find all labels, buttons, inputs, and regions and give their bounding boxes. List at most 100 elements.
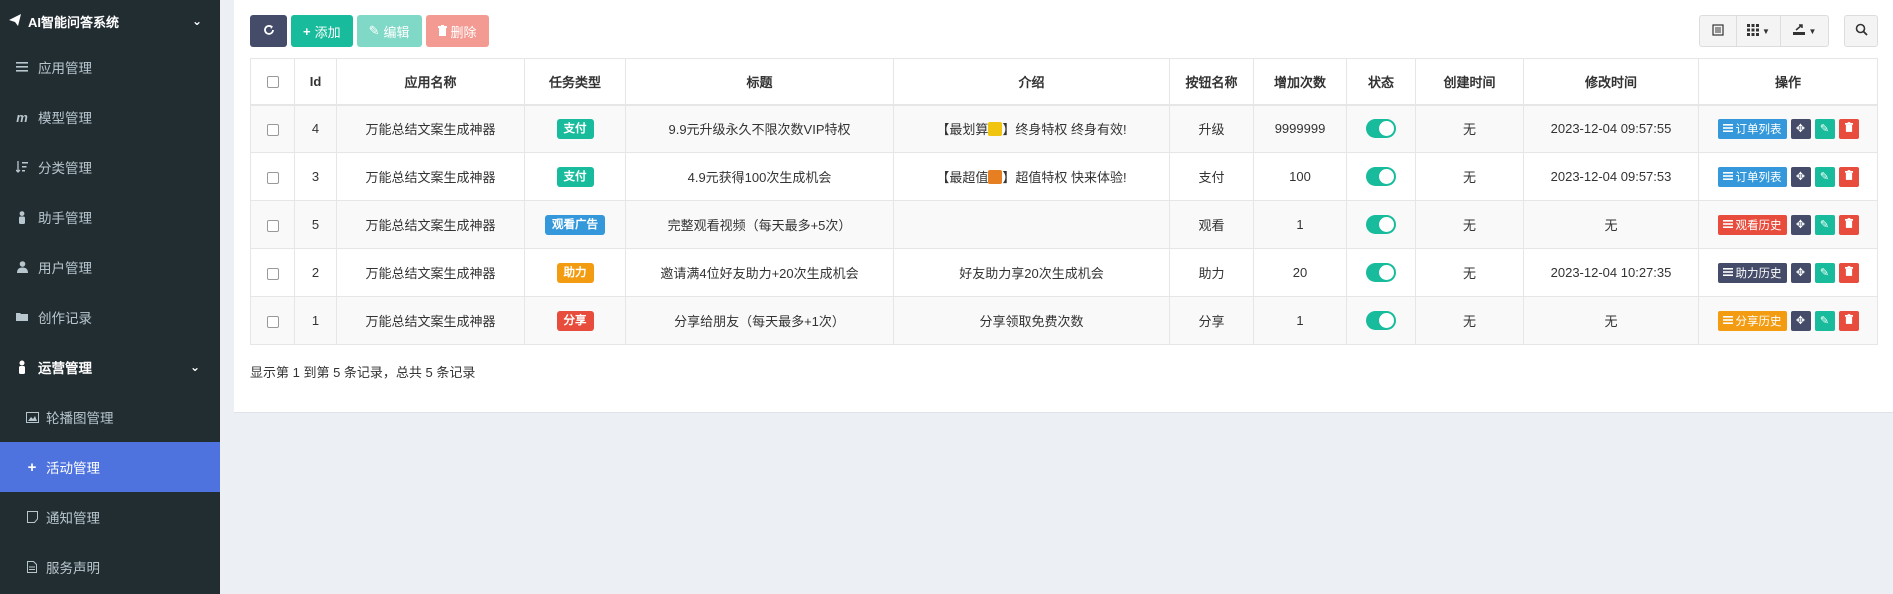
sidebar-group-operations[interactable]: 运营管理 ⌄ xyxy=(0,342,220,392)
history-button[interactable]: 订单列表 xyxy=(1717,166,1787,187)
sidebar-item[interactable]: m 模型管理 xyxy=(0,92,220,142)
table-row[interactable]: 1 万能总结文案生成神器 分享 分享给朋友（每天最多+1次） 分享领取免费次数 … xyxy=(250,296,1878,345)
task-type-badge: 助力 xyxy=(556,262,594,283)
row-edit-button[interactable]: ✎ xyxy=(1814,166,1835,187)
table-row[interactable]: 4 万能总结文案生成神器 支付 9.9元升级永久不限次数VIP特权 【最划算 】终… xyxy=(250,104,1878,153)
cell-app-name: 万能总结文案生成神器 xyxy=(336,248,525,297)
table-row[interactable]: 3 万能总结文案生成神器 支付 4.9元获得100次生成机会 【最超值 】超值特权… xyxy=(250,152,1878,201)
columns-dropdown-button[interactable]: ▼ xyxy=(1737,15,1781,47)
sidebar-item-label: 模型管理 xyxy=(38,111,92,126)
cell-actions: 订单列表 ✥ ✎ xyxy=(1698,104,1878,153)
select-all-cell xyxy=(250,58,295,106)
search-button[interactable] xyxy=(1844,15,1878,47)
row-delete-button[interactable] xyxy=(1838,262,1859,283)
sidebar-subitem[interactable]: 轮播图管理 xyxy=(0,392,220,442)
cell-status xyxy=(1346,248,1416,297)
drag-sort-button[interactable]: ✥ xyxy=(1790,214,1811,235)
sidebar-subitem[interactable]: 通知管理 xyxy=(0,492,220,542)
add-button[interactable]: + 添加 xyxy=(291,15,353,47)
sidebar-subitem[interactable]: + 活动管理 xyxy=(0,442,220,492)
row-checkbox[interactable] xyxy=(266,123,279,136)
drag-sort-button[interactable]: ✥ xyxy=(1790,262,1811,283)
intro-text-start: 【最超值 xyxy=(936,170,989,185)
history-button[interactable]: 助力历史 xyxy=(1717,262,1787,283)
status-toggle[interactable] xyxy=(1366,119,1396,139)
file-icon xyxy=(24,561,40,573)
sidebar-subitem[interactable]: 服务声明 xyxy=(0,542,220,592)
history-button[interactable]: 订单列表 xyxy=(1717,118,1787,139)
row-delete-button[interactable] xyxy=(1838,310,1859,331)
delete-button[interactable]: 删除 xyxy=(425,15,489,47)
toggle-view-button[interactable] xyxy=(1699,15,1737,47)
toggle-knob xyxy=(1379,217,1394,232)
cell-created: 无 xyxy=(1415,248,1524,297)
sidebar-item[interactable]: 助手管理 xyxy=(0,192,220,242)
refresh-button[interactable] xyxy=(250,15,287,47)
brand[interactable]: AI智能问答系统 ⌄ xyxy=(0,0,220,42)
refresh-icon xyxy=(263,24,275,39)
export-dropdown-button[interactable]: ▼ xyxy=(1781,15,1829,47)
sidebar-item[interactable]: 创作记录 xyxy=(0,292,220,342)
main-panel: + 添加 ✎ 编辑 删除 ▼ ▼ Id 应用名称 任务类型 标题 介绍 按钮名称… xyxy=(234,0,1893,413)
column-header[interactable]: 应用名称 xyxy=(336,58,525,106)
row-checkbox[interactable] xyxy=(266,267,279,280)
status-toggle[interactable] xyxy=(1366,263,1396,282)
column-header[interactable]: 介绍 xyxy=(893,58,1170,106)
row-delete-button[interactable] xyxy=(1838,118,1859,139)
cell-status xyxy=(1346,296,1416,345)
history-button[interactable]: 分享历史 xyxy=(1717,310,1787,331)
chevron-down-icon[interactable]: ⌄ xyxy=(192,14,202,28)
table-row[interactable]: 2 万能总结文案生成神器 助力 邀请满4位好友助力+20次生成机会 好友助力享2… xyxy=(250,248,1878,297)
trash-icon xyxy=(1844,218,1853,231)
move-icon: ✥ xyxy=(1795,219,1806,231)
sidebar-item[interactable]: 应用管理 xyxy=(0,42,220,92)
row-edit-button[interactable]: ✎ xyxy=(1814,310,1835,331)
chevron-down-icon[interactable]: ⌄ xyxy=(190,360,200,374)
table-header-row: Id 应用名称 任务类型 标题 介绍 按钮名称 增加次数 状态 创建时间 修改时… xyxy=(250,58,1878,106)
list-view-icon xyxy=(1712,23,1724,39)
column-header[interactable]: 创建时间 xyxy=(1415,58,1524,106)
table-row[interactable]: 5 万能总结文案生成神器 观看广告 完整观看视频（每天最多+5次） 观看 1 无… xyxy=(250,200,1878,249)
row-select-cell xyxy=(250,152,295,201)
pencil-icon: ✎ xyxy=(1819,267,1830,279)
cell-modified: 2023-12-04 09:57:53 xyxy=(1523,152,1699,201)
view-toolbar: ▼ ▼ xyxy=(1699,15,1829,47)
cell-modified: 2023-12-04 09:57:55 xyxy=(1523,104,1699,153)
row-delete-button[interactable] xyxy=(1838,214,1859,235)
status-toggle[interactable] xyxy=(1366,215,1396,234)
drag-sort-button[interactable]: ✥ xyxy=(1790,118,1811,139)
select-all-checkbox[interactable] xyxy=(266,76,279,89)
drag-sort-button[interactable]: ✥ xyxy=(1790,166,1811,187)
column-header[interactable]: 标题 xyxy=(625,58,894,106)
column-header[interactable]: 任务类型 xyxy=(524,58,626,106)
person-icon xyxy=(12,210,32,224)
cell-task-type: 分享 xyxy=(524,296,626,345)
row-edit-button[interactable]: ✎ xyxy=(1814,262,1835,283)
row-checkbox[interactable] xyxy=(266,315,279,328)
cell-button-name: 支付 xyxy=(1169,152,1254,201)
search-icon xyxy=(1855,23,1868,39)
column-header[interactable]: 状态 xyxy=(1346,58,1416,106)
column-header[interactable]: 按钮名称 xyxy=(1169,58,1254,106)
column-header[interactable]: 修改时间 xyxy=(1523,58,1699,106)
pencil-icon: ✎ xyxy=(368,23,380,38)
drag-sort-button[interactable]: ✥ xyxy=(1790,310,1811,331)
sidebar-subitem-label: 轮播图管理 xyxy=(46,411,114,426)
app-title: AI智能问答系统 xyxy=(28,14,120,30)
row-checkbox[interactable] xyxy=(266,171,279,184)
column-header[interactable]: 增加次数 xyxy=(1253,58,1347,106)
row-edit-button[interactable]: ✎ xyxy=(1814,118,1835,139)
row-edit-button[interactable]: ✎ xyxy=(1814,214,1835,235)
row-delete-button[interactable] xyxy=(1838,166,1859,187)
cell-count: 1 xyxy=(1253,200,1347,249)
status-toggle[interactable] xyxy=(1366,311,1396,330)
toggle-knob xyxy=(1379,121,1394,137)
column-header[interactable]: Id xyxy=(294,58,337,106)
sidebar-item[interactable]: 用户管理 xyxy=(0,242,220,292)
history-button[interactable]: 观看历史 xyxy=(1717,214,1787,235)
row-select-cell xyxy=(250,104,295,153)
row-checkbox[interactable] xyxy=(266,219,279,232)
edit-button[interactable]: ✎ 编辑 xyxy=(356,15,422,47)
status-toggle[interactable] xyxy=(1366,167,1396,186)
sidebar-item[interactable]: 分类管理 xyxy=(0,142,220,192)
